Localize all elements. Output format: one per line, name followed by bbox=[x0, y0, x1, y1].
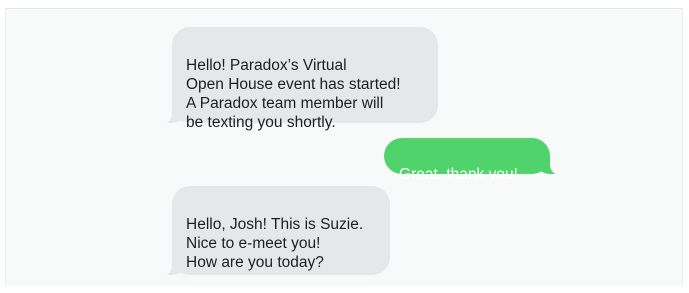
message-text: Hello! Paradox’s Virtual Open House even… bbox=[186, 57, 401, 131]
message-text: Great, thank you! bbox=[399, 166, 518, 183]
message-thread: Hello! Paradox’s Virtual Open House even… bbox=[5, 8, 683, 286]
incoming-message-bubble[interactable]: Hello, Josh! This is Suzie. Nice to e-me… bbox=[161, 186, 390, 276]
outgoing-message-bubble[interactable]: Great, thank you! bbox=[384, 138, 561, 183]
incoming-message-bubble[interactable]: Hello! Paradox’s Virtual Open House even… bbox=[161, 27, 438, 131]
message-text: Hello, Josh! This is Suzie. Nice to e-me… bbox=[186, 216, 364, 271]
